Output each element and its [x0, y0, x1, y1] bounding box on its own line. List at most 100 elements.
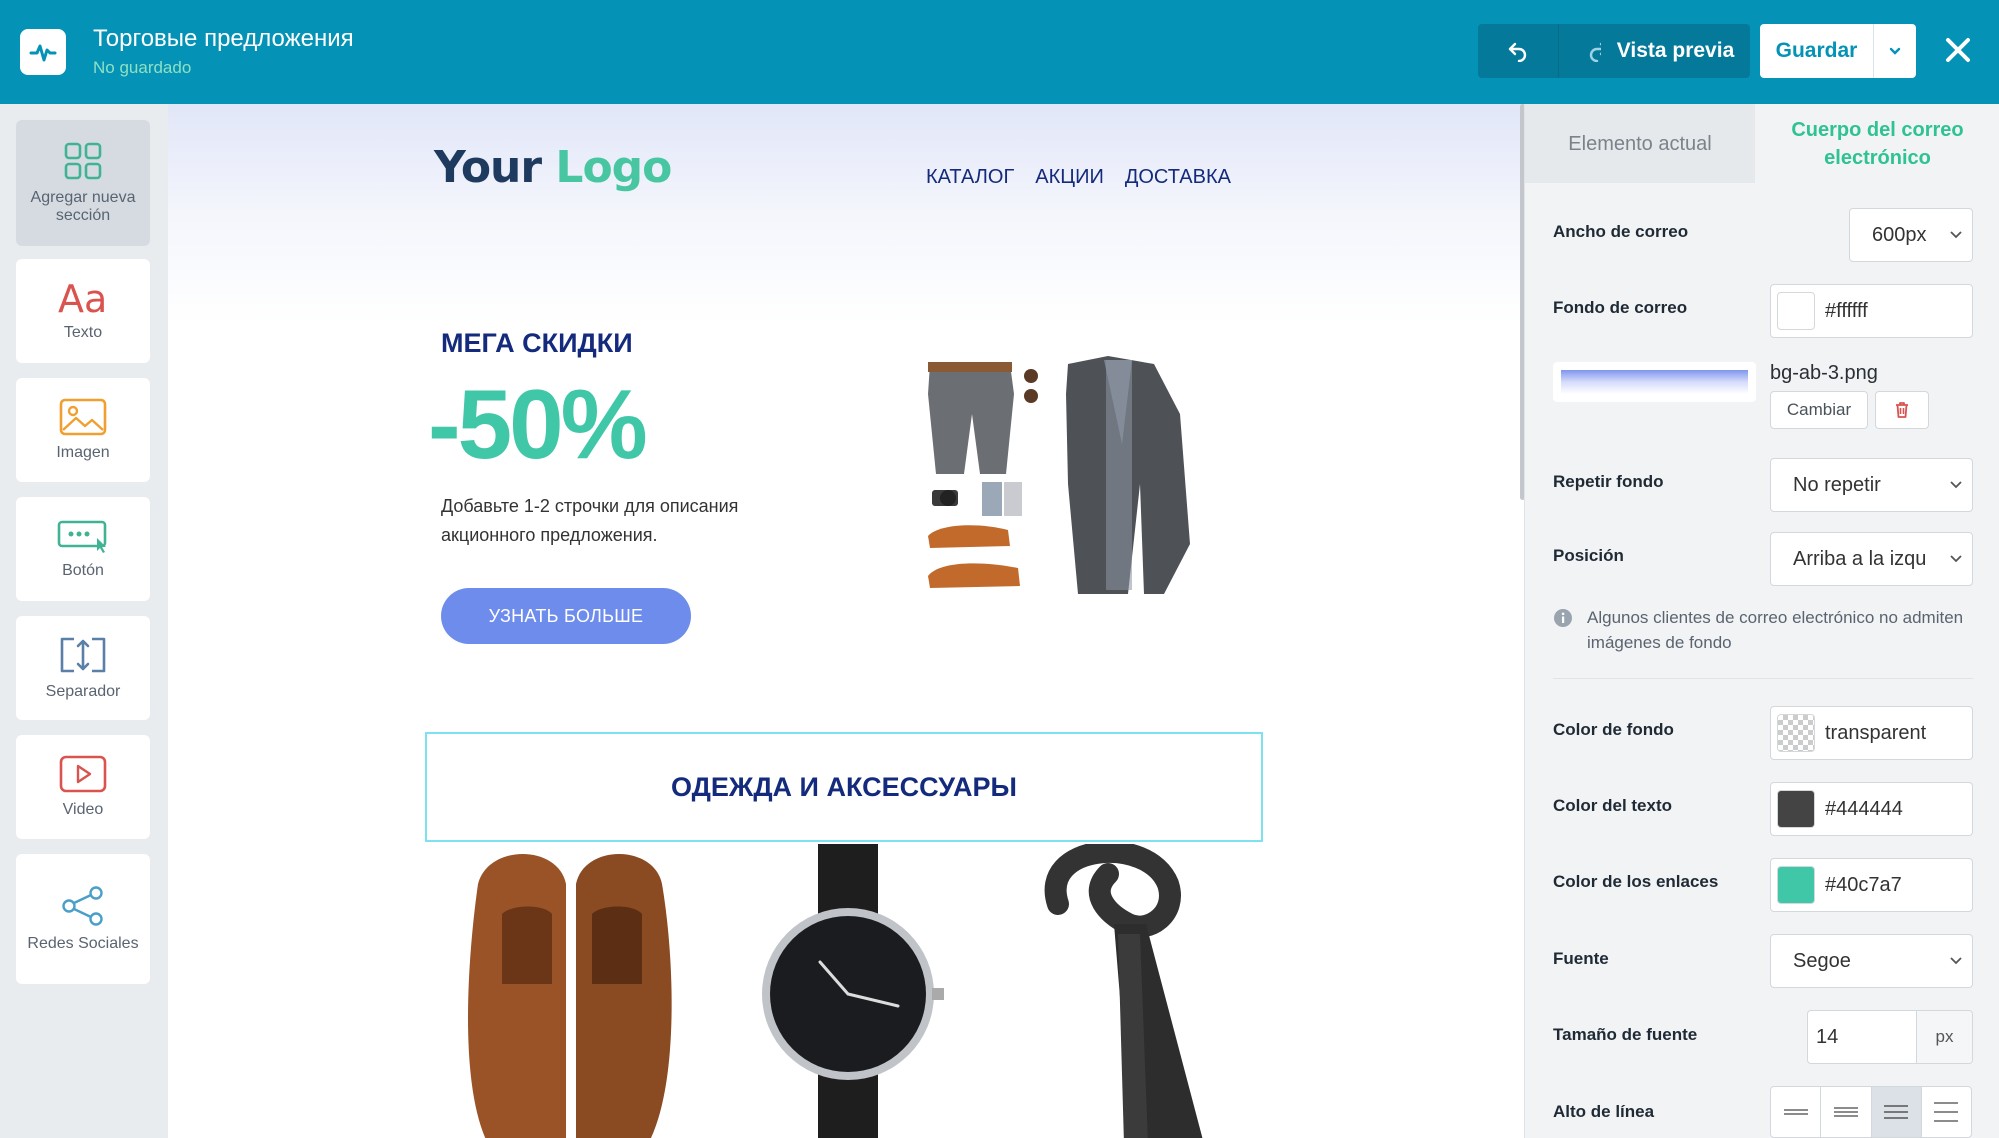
- undo-icon: [1508, 42, 1526, 62]
- element-sidebar: Agregar nueva sección Aa Texto Imagen Bo…: [0, 104, 168, 1138]
- text-color-field[interactable]: #444444: [1770, 782, 1973, 836]
- email-logo[interactable]: Your Logo: [434, 142, 672, 193]
- divider: [1553, 678, 1973, 679]
- bg-color-field[interactable]: transparent: [1770, 706, 1973, 760]
- email-bg-color-field[interactable]: #ffffff: [1770, 284, 1973, 338]
- repeat-bg-select[interactable]: No repetir: [1770, 458, 1973, 512]
- app-logo-icon[interactable]: [20, 29, 66, 75]
- tool-label: Video: [62, 800, 104, 818]
- color-swatch[interactable]: [1777, 866, 1815, 904]
- font-size-field: 14 px: [1807, 1010, 1973, 1064]
- link-color-label: Color de los enlaces: [1553, 872, 1719, 891]
- email-width-select[interactable]: 600px: [1849, 208, 1973, 262]
- tab-email-body[interactable]: Cuerpo del correo electrónico: [1755, 104, 1999, 183]
- change-bg-image-button[interactable]: Cambiar: [1770, 391, 1868, 429]
- delete-bg-image-button[interactable]: [1875, 391, 1929, 429]
- line-height-option-3[interactable]: [1871, 1087, 1922, 1137]
- close-button[interactable]: [1938, 30, 1978, 70]
- email-bg-label: Fondo de correo: [1553, 298, 1688, 317]
- tool-label: Texto: [63, 323, 103, 341]
- save-options-button[interactable]: [1873, 24, 1916, 78]
- line-spacing-icon: [1884, 1105, 1909, 1119]
- tool-label: Agregar nueva sección: [30, 188, 136, 224]
- position-label: Posición: [1553, 546, 1624, 565]
- chevron-down-icon: [1950, 481, 1962, 489]
- bg-image-preview: [1553, 362, 1756, 402]
- nav-link-catalog[interactable]: КАТАЛОГ: [926, 166, 1014, 189]
- line-spacing-icon: [1833, 1107, 1858, 1117]
- grid-icon: [64, 142, 102, 179]
- discount-text[interactable]: -50%: [428, 368, 648, 481]
- close-icon: [1946, 38, 1970, 62]
- top-bar: Торговые предложения No guardado Vista p…: [0, 0, 1999, 104]
- undo-button[interactable]: [1478, 24, 1558, 78]
- tool-label: Separador: [45, 682, 121, 700]
- preview-button[interactable]: Vista previa: [1601, 24, 1750, 78]
- svg-text:Aa: Aa: [58, 280, 107, 316]
- bg-image-filename: bg-ab-3.png: [1770, 362, 1878, 384]
- info-icon: [1554, 609, 1572, 627]
- line-height-options: [1770, 1086, 1972, 1138]
- document-title[interactable]: Торговые предложения: [93, 25, 354, 53]
- transparent-swatch[interactable]: [1777, 714, 1815, 752]
- tool-video[interactable]: Video: [16, 735, 150, 839]
- button-icon: [57, 520, 107, 553]
- tool-separator[interactable]: Separador: [16, 616, 150, 720]
- settings-panel: Elemento actual Cuerpo del correo electr…: [1524, 104, 1999, 1138]
- nav-link-promotions[interactable]: АКЦИИ: [1035, 166, 1104, 189]
- color-swatch[interactable]: [1777, 790, 1815, 828]
- bg-color-label: Color de fondo: [1553, 720, 1674, 739]
- product-image-shoes[interactable]: [448, 844, 688, 1138]
- tool-add-section[interactable]: Agregar nueva sección: [16, 120, 150, 246]
- position-select[interactable]: Arriba a la izqu: [1770, 532, 1973, 586]
- separator-icon: [60, 637, 106, 673]
- chevron-down-icon: [1950, 555, 1962, 563]
- product-image-watch[interactable]: [748, 844, 948, 1138]
- save-button-group: Guardar: [1760, 24, 1916, 78]
- tool-social[interactable]: Redes Sociales: [16, 854, 150, 984]
- tab-current-element[interactable]: Elemento actual: [1525, 104, 1755, 183]
- line-height-option-1[interactable]: [1771, 1087, 1822, 1137]
- hero-clothing-image[interactable]: [918, 354, 1198, 614]
- font-size-input[interactable]: 14: [1808, 1026, 1916, 1049]
- email-canvas: Your Logo КАТАЛОГ АКЦИИ ДОСТАВКА МЕГА СК…: [168, 104, 1524, 1138]
- tool-image[interactable]: Imagen: [16, 378, 150, 482]
- nav-link-delivery[interactable]: ДОСТАВКА: [1125, 166, 1231, 189]
- save-button[interactable]: Guardar: [1760, 39, 1873, 63]
- bg-image-info: Algunos clientes de correo electrónico n…: [1553, 606, 1973, 655]
- tool-text[interactable]: Aa Texto: [16, 259, 150, 363]
- line-height-option-2[interactable]: [1821, 1087, 1872, 1137]
- product-image-tie[interactable]: [1028, 844, 1228, 1138]
- tool-label: Redes Sociales: [27, 934, 139, 952]
- chevron-down-icon: [1889, 47, 1901, 55]
- line-spacing-icon: [1783, 1109, 1808, 1115]
- section-heading-block[interactable]: ОДЕЖДА И АКСЕССУАРЫ: [425, 732, 1263, 842]
- email-width-label: Ancho de correo: [1553, 222, 1689, 241]
- save-status: No guardado: [93, 58, 192, 77]
- line-spacing-icon: [1934, 1102, 1959, 1122]
- chevron-down-icon: [1950, 231, 1962, 239]
- tool-label: Imagen: [56, 443, 110, 461]
- trash-icon: [1896, 402, 1908, 418]
- line-height-option-4[interactable]: [1922, 1087, 1971, 1137]
- font-select[interactable]: Segoe: [1770, 934, 1973, 988]
- chevron-down-icon: [1950, 957, 1962, 965]
- image-icon: [59, 398, 107, 436]
- text-icon: Aa: [58, 280, 107, 316]
- tool-label: Botón: [62, 561, 104, 579]
- promo-description[interactable]: Добавьте 1-2 строчки для описания акцион…: [441, 492, 781, 550]
- text-color-label: Color del texto: [1553, 796, 1673, 815]
- share-icon: [62, 886, 103, 926]
- font-label: Fuente: [1553, 949, 1609, 968]
- font-size-unit: px: [1916, 1011, 1972, 1063]
- promo-title[interactable]: МЕГА СКИДКИ: [441, 328, 633, 359]
- color-swatch[interactable]: [1777, 292, 1815, 330]
- line-height-label: Alto de línea: [1553, 1102, 1655, 1121]
- cta-button[interactable]: УЗНАТЬ БОЛЬШЕ: [441, 588, 691, 644]
- font-size-label: Tamaño de fuente: [1553, 1025, 1698, 1044]
- link-color-field[interactable]: #40c7a7: [1770, 858, 1973, 912]
- tool-button[interactable]: Botón: [16, 497, 150, 601]
- video-icon: [59, 755, 107, 793]
- email-nav: КАТАЛОГ АКЦИИ ДОСТАВКА: [926, 166, 1231, 189]
- repeat-bg-label: Repetir fondo: [1553, 472, 1664, 491]
